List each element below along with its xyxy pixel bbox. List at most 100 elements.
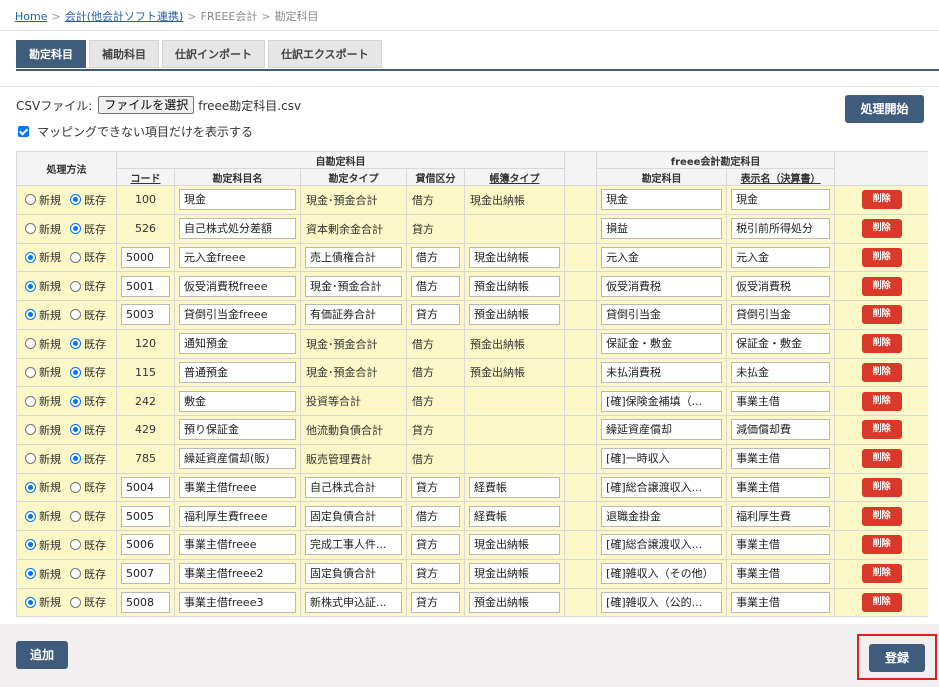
book-type-input[interactable]: 現金出納帳 bbox=[469, 563, 561, 585]
freee-account-input[interactable]: [確]一時収入 bbox=[601, 448, 723, 470]
delete-button[interactable]: 削除 bbox=[861, 219, 902, 239]
existing-radio[interactable] bbox=[70, 568, 81, 580]
code-input[interactable]: 5007 bbox=[121, 563, 170, 585]
freee-account-input[interactable]: 退職金掛金 bbox=[601, 505, 723, 527]
debit-credit-input[interactable]: 借方 bbox=[411, 246, 460, 268]
existing-radio[interactable] bbox=[70, 481, 81, 493]
freee-account-input[interactable]: [確]保険金補填（... bbox=[601, 390, 723, 412]
display-name-input[interactable]: 未払金 bbox=[731, 361, 831, 383]
debit-credit-input[interactable]: 借方 bbox=[411, 505, 460, 527]
display-name-input[interactable]: 現金 bbox=[731, 189, 831, 211]
account-name-input[interactable]: 事業主借freee bbox=[179, 534, 296, 556]
account-type-input[interactable]: 自己株式合計 bbox=[305, 476, 402, 498]
breadcrumb-accounting-link[interactable]: 会計(他会計ソフト連携) bbox=[65, 10, 184, 23]
new-radio[interactable] bbox=[25, 424, 36, 436]
delete-button[interactable]: 削除 bbox=[861, 305, 902, 325]
account-name-input[interactable]: 仮受消費税freee bbox=[179, 275, 296, 297]
existing-radio[interactable] bbox=[70, 366, 81, 378]
new-radio[interactable] bbox=[25, 481, 36, 493]
book-type-input[interactable]: 経費帳 bbox=[469, 476, 561, 498]
freee-account-input[interactable]: 損益 bbox=[601, 218, 723, 240]
existing-radio[interactable] bbox=[70, 395, 81, 407]
header-display-name[interactable]: 表示名（決算書） bbox=[726, 168, 836, 186]
account-type-input[interactable]: 固定負債合計 bbox=[305, 563, 402, 585]
existing-radio[interactable] bbox=[70, 194, 81, 206]
delete-button[interactable]: 削除 bbox=[861, 564, 902, 584]
existing-radio[interactable] bbox=[70, 280, 81, 292]
account-type-input[interactable]: 現金･預金合計 bbox=[305, 275, 402, 297]
debit-credit-input[interactable]: 借方 bbox=[411, 275, 460, 297]
tab-sub-accounts[interactable]: 補助科目 bbox=[89, 40, 159, 68]
debit-credit-input[interactable]: 貸方 bbox=[411, 304, 460, 326]
freee-account-input[interactable]: 仮受消費税 bbox=[601, 275, 723, 297]
new-radio[interactable] bbox=[25, 223, 36, 235]
existing-radio[interactable] bbox=[70, 424, 81, 436]
unmapped-only-checkbox[interactable] bbox=[18, 126, 29, 137]
account-name-input[interactable]: 福利厚生費freee bbox=[179, 505, 296, 527]
account-name-input[interactable]: 事業主借freee3 bbox=[179, 591, 296, 613]
freee-account-input[interactable]: 元入金 bbox=[601, 246, 723, 268]
code-input[interactable]: 5004 bbox=[121, 476, 170, 498]
existing-radio[interactable] bbox=[70, 309, 81, 321]
code-input[interactable]: 5006 bbox=[121, 534, 170, 556]
new-radio[interactable] bbox=[25, 539, 36, 551]
delete-button[interactable]: 削除 bbox=[861, 362, 902, 382]
display-name-input[interactable]: 貸倒引当金 bbox=[731, 304, 831, 326]
new-radio[interactable] bbox=[25, 510, 36, 522]
display-name-input[interactable]: 税引前所得処分 bbox=[731, 218, 831, 240]
register-button[interactable]: 登録 bbox=[869, 644, 925, 672]
existing-radio[interactable] bbox=[70, 453, 81, 465]
account-name-input[interactable]: 貸倒引当金freee bbox=[179, 304, 296, 326]
debit-credit-input[interactable]: 貸方 bbox=[411, 476, 460, 498]
display-name-input[interactable]: 元入金 bbox=[731, 246, 831, 268]
book-type-input[interactable]: 預金出納帳 bbox=[469, 304, 561, 326]
account-name-input[interactable]: 現金 bbox=[179, 189, 296, 211]
code-input[interactable]: 5005 bbox=[121, 505, 170, 527]
book-type-input[interactable]: 現金出納帳 bbox=[469, 534, 561, 556]
new-radio[interactable] bbox=[25, 251, 36, 263]
debit-credit-input[interactable]: 貸方 bbox=[411, 563, 460, 585]
code-input[interactable]: 5008 bbox=[121, 591, 170, 613]
account-type-input[interactable]: 有価証券合計 bbox=[305, 304, 402, 326]
tab-journal-import[interactable]: 仕訳インポート bbox=[162, 40, 265, 68]
account-name-input[interactable]: 通知預金 bbox=[179, 333, 296, 355]
debit-credit-input[interactable]: 貸方 bbox=[411, 591, 460, 613]
account-type-input[interactable]: 完成工事人件... bbox=[305, 534, 402, 556]
existing-radio[interactable] bbox=[70, 510, 81, 522]
delete-button[interactable]: 削除 bbox=[861, 506, 902, 526]
freee-account-input[interactable]: 保証金・敷金 bbox=[601, 333, 723, 355]
delete-button[interactable]: 削除 bbox=[861, 592, 902, 612]
new-radio[interactable] bbox=[25, 568, 36, 580]
header-code[interactable]: コード bbox=[116, 168, 175, 186]
existing-radio[interactable] bbox=[70, 251, 81, 263]
delete-button[interactable]: 削除 bbox=[861, 535, 902, 555]
display-name-input[interactable]: 事業主借 bbox=[731, 591, 831, 613]
new-radio[interactable] bbox=[25, 366, 36, 378]
file-select-button[interactable]: ファイルを選択 bbox=[98, 96, 195, 114]
tab-journal-export[interactable]: 仕訳エクスポート bbox=[268, 40, 382, 68]
existing-radio[interactable] bbox=[70, 539, 81, 551]
freee-account-input[interactable]: [確]雑収入（その他） bbox=[601, 563, 723, 585]
account-name-input[interactable]: 自己株式処分差額 bbox=[179, 218, 296, 240]
display-name-input[interactable]: 事業主借 bbox=[731, 563, 831, 585]
delete-button[interactable]: 削除 bbox=[861, 420, 902, 440]
account-name-input[interactable]: 普通預金 bbox=[179, 361, 296, 383]
display-name-input[interactable]: 減価償却費 bbox=[731, 419, 831, 441]
new-radio[interactable] bbox=[25, 453, 36, 465]
account-type-input[interactable]: 固定負債合計 bbox=[305, 505, 402, 527]
code-input[interactable]: 5003 bbox=[121, 304, 170, 326]
freee-account-input[interactable]: 貸倒引当金 bbox=[601, 304, 723, 326]
freee-account-input[interactable]: 繰延資産償却 bbox=[601, 419, 723, 441]
book-type-input[interactable]: 預金出納帳 bbox=[469, 591, 561, 613]
freee-account-input[interactable]: 未払消費税 bbox=[601, 361, 723, 383]
book-type-input[interactable]: 現金出納帳 bbox=[469, 246, 561, 268]
display-name-input[interactable]: 事業主借 bbox=[731, 390, 831, 412]
header-book-type[interactable]: 帳簿タイプ bbox=[463, 168, 566, 186]
account-name-input[interactable]: 事業主借freee bbox=[179, 476, 296, 498]
delete-button[interactable]: 削除 bbox=[861, 190, 902, 210]
display-name-input[interactable]: 事業主借 bbox=[731, 476, 831, 498]
new-radio[interactable] bbox=[25, 280, 36, 292]
account-type-input[interactable]: 新株式申込証... bbox=[305, 591, 402, 613]
freee-account-input[interactable]: [確]総合譲渡収入... bbox=[601, 476, 723, 498]
code-input[interactable]: 5000 bbox=[121, 246, 170, 268]
